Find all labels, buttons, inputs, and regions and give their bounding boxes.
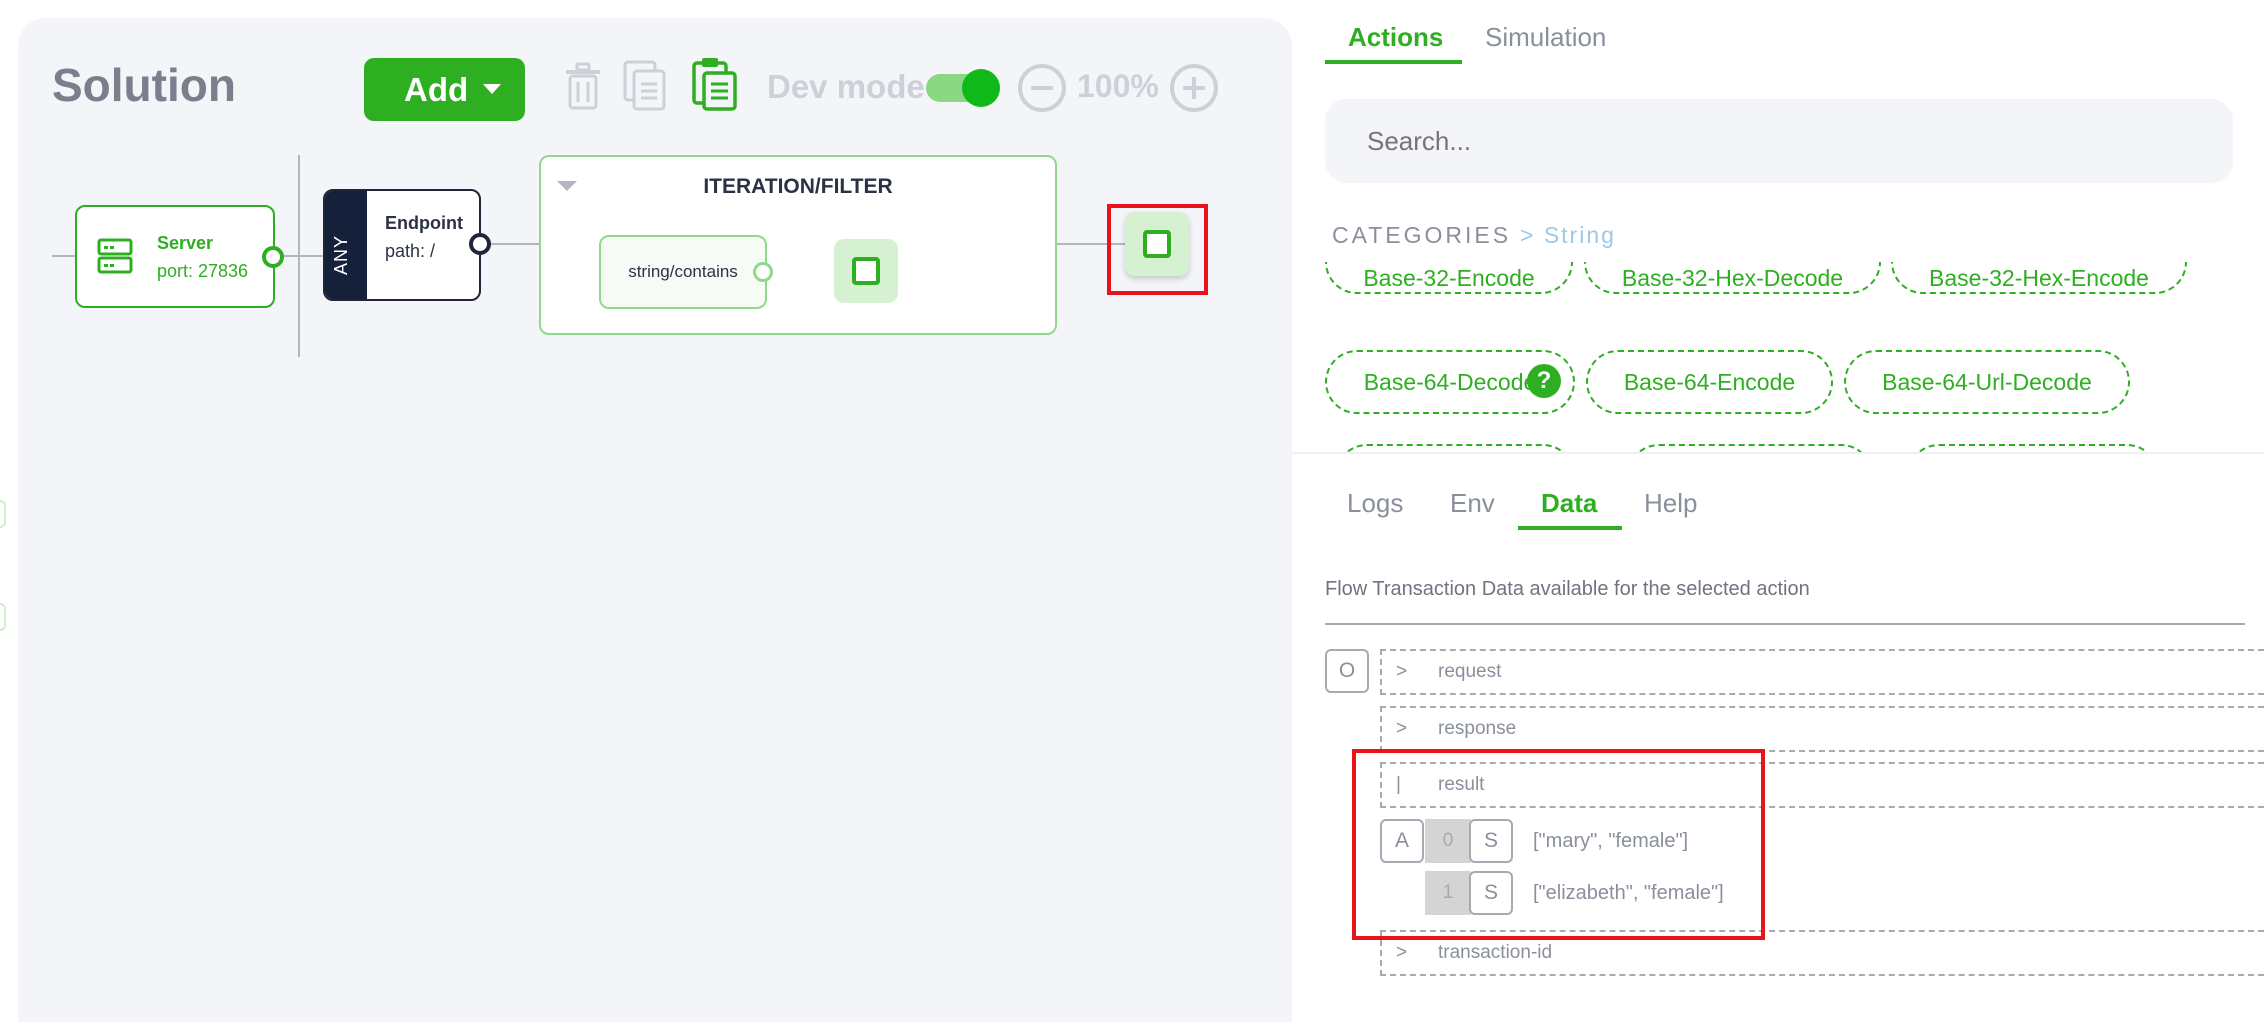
chip-label: Base-64-Url-Decode (1882, 368, 2092, 395)
chevron-down-icon (483, 84, 501, 94)
search-input[interactable] (1325, 99, 2233, 183)
zoom-level: 100% (1077, 68, 1159, 104)
trash-icon[interactable] (563, 62, 603, 110)
add-button-label: Add (404, 70, 469, 108)
expand-icon: > (1396, 718, 1408, 739)
edge-handle[interactable] (0, 603, 6, 631)
chip-label: Base-64-Decode (1363, 368, 1537, 395)
edge-handle[interactable] (0, 500, 6, 528)
tree-key: response (1438, 718, 1517, 739)
chip-label: Base-32-Encode (1363, 264, 1535, 291)
chip-base-64-url-decode[interactable]: Base-64-Url-Decode (1844, 350, 2130, 414)
string-contains-label: string/contains (628, 262, 738, 281)
endpoint-node[interactable]: ANY Endpoint path: / (323, 189, 481, 301)
server-node[interactable]: Server port: 27836 (75, 205, 275, 308)
method-label: ANY (331, 234, 351, 275)
string-contains-node[interactable]: string/contains (599, 235, 767, 309)
paste-icon[interactable] (691, 56, 739, 112)
chip-label: Base-32-Hex-Decode (1621, 264, 1844, 291)
app-root: Solution Add Dev mode 100% Server port: … (0, 0, 2264, 1022)
tab-simulation[interactable]: Simulation (1485, 22, 1606, 53)
method-band: ANY (325, 191, 367, 299)
chip-base-32-hex-decode[interactable]: Base-32-Hex-Decode (1584, 262, 1881, 294)
tab-data[interactable]: Data (1541, 488, 1597, 519)
add-button[interactable]: Add (364, 58, 525, 121)
chip-row-partial[interactable] (1907, 444, 2159, 452)
connector-line (52, 255, 77, 257)
chip-base-64-encode[interactable]: Base-64-Encode (1586, 350, 1833, 414)
tab-env[interactable]: Env (1450, 488, 1495, 519)
tab-logs[interactable]: Logs (1347, 488, 1403, 519)
zoom-out-icon[interactable] (1017, 63, 1067, 113)
tree-key: transaction-id (1438, 942, 1553, 963)
help-icon[interactable]: ? (1527, 364, 1561, 398)
server-title: Server (157, 233, 214, 253)
chip-base-32-encode[interactable]: Base-32-Encode (1325, 262, 1573, 294)
devmode-toggle[interactable] (926, 69, 1000, 107)
chip-label: Base-64-Encode (1623, 368, 1796, 395)
tree-key: request (1438, 661, 1502, 682)
tab-underline (1325, 60, 1462, 64)
tab-underline (1518, 526, 1622, 530)
server-icon (97, 238, 133, 274)
object-badge[interactable]: O (1325, 649, 1369, 693)
highlight-box (1107, 204, 1208, 295)
copy-icon[interactable] (623, 60, 667, 112)
iteration-filter-node[interactable]: ITERATION/FILTER string/contains (539, 155, 1057, 335)
chip-base-32-hex-encode[interactable]: Base-32-Hex-Encode (1891, 262, 2187, 294)
endpoint-path: path: / (385, 241, 436, 261)
expand-icon: > (1396, 661, 1408, 682)
tab-actions[interactable]: Actions (1348, 22, 1443, 53)
data-separator (1325, 623, 2245, 625)
zoom-in-icon[interactable] (1169, 63, 1219, 113)
panel-divider (1292, 452, 2264, 454)
tree-row-response[interactable]: > response (1380, 706, 2264, 752)
iteration-title: ITERATION/FILTER (703, 175, 893, 198)
server-port: port: 27836 (157, 261, 249, 281)
endpoint-title: Endpoint (385, 213, 463, 233)
chip-row-partial[interactable] (1627, 444, 1873, 452)
data-description: Flow Transaction Data available for the … (1325, 578, 1810, 600)
devmode-label: Dev mode (767, 68, 925, 105)
action-chip-list: Base-32-Encode Base-32-Hex-Decode Base-3… (1325, 262, 2264, 452)
highlight-box (1352, 749, 1765, 940)
stop-icon (852, 257, 880, 285)
contains-output-port[interactable] (753, 262, 773, 282)
toggle-knob (962, 69, 1000, 107)
expand-icon: > (1396, 942, 1408, 963)
chip-row-partial[interactable] (1335, 444, 1575, 452)
server-output-port[interactable] (262, 246, 284, 268)
inner-end-node[interactable] (834, 239, 898, 303)
tree-row-request[interactable]: > request (1380, 649, 2264, 695)
tab-help[interactable]: Help (1644, 488, 1697, 519)
endpoint-output-port[interactable] (469, 233, 491, 255)
category-breadcrumb[interactable]: > String (1520, 222, 1616, 249)
categories-label: CATEGORIES (1332, 222, 1512, 248)
chip-label: Base-32-Hex-Encode (1929, 264, 2149, 291)
page-title: Solution (52, 59, 236, 111)
